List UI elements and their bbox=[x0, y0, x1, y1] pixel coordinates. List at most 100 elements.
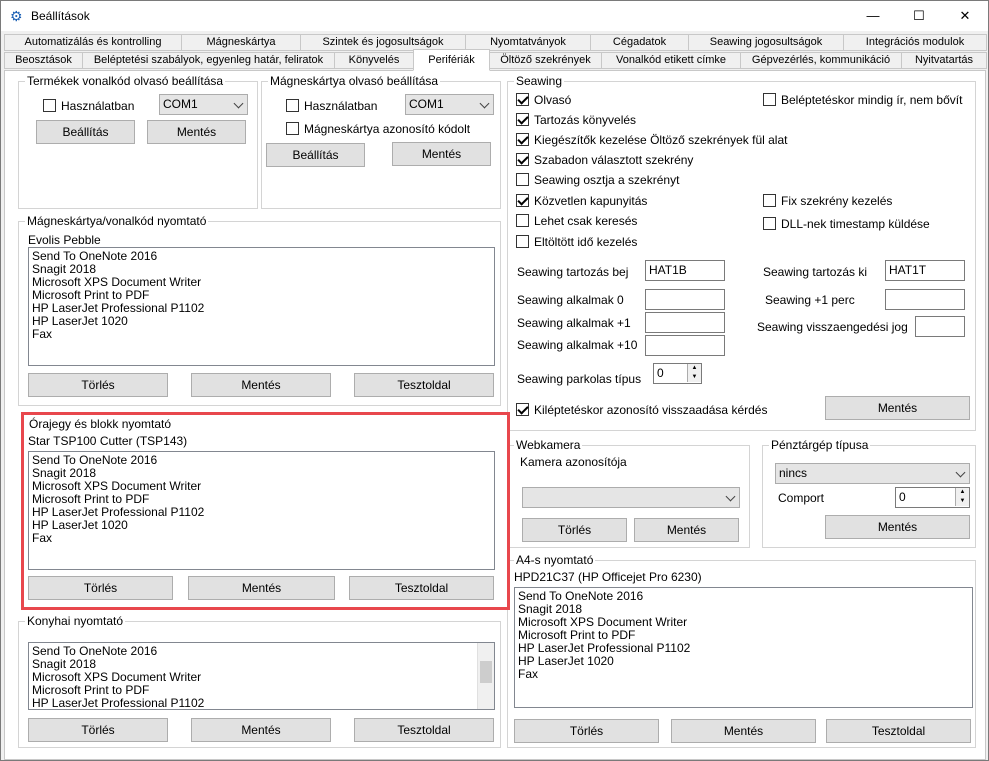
list-item[interactable]: HP LaserJet 1020 bbox=[518, 655, 969, 668]
a4-printer-save-button[interactable]: Mentés bbox=[671, 719, 816, 743]
tab-cegadatok[interactable]: Cégadatok bbox=[590, 34, 689, 51]
spin-down-icon[interactable]: ▼ bbox=[687, 373, 701, 382]
scroll-thumb[interactable] bbox=[480, 661, 492, 683]
cashreg-title: Pénztárgép típusa bbox=[769, 438, 871, 452]
seawing-plus1perc-input[interactable] bbox=[885, 289, 965, 310]
list-item[interactable]: Fax bbox=[32, 328, 491, 341]
magcard-save-button[interactable]: Mentés bbox=[392, 142, 491, 166]
seawing-osztja-checkbox[interactable] bbox=[516, 173, 529, 186]
barcode-port-select[interactable]: COM1 bbox=[159, 94, 248, 115]
list-item[interactable]: Send To OneNote 2016 bbox=[32, 250, 491, 263]
seawing-kozvetlen-checkbox[interactable] bbox=[516, 194, 529, 207]
receipt-printer-list[interactable]: Send To OneNote 2016 Snagit 2018 Microso… bbox=[28, 451, 495, 570]
seawing-olvaso-checkbox[interactable] bbox=[516, 93, 529, 106]
webcam-delete-button[interactable]: Törlés bbox=[522, 518, 627, 542]
seawing-kiegeszitok-checkbox[interactable] bbox=[516, 133, 529, 146]
tab-beleptetesi[interactable]: Beléptetési szabályok, egyenleg határ, f… bbox=[82, 52, 335, 69]
receipt-printer-test-button[interactable]: Tesztoldal bbox=[349, 576, 494, 600]
tab-magneskartya[interactable]: Mágneskártya bbox=[181, 34, 301, 51]
tab-perifériak[interactable]: Perifériák bbox=[413, 49, 490, 71]
kitchen-printer-list[interactable]: Send To OneNote 2016 Snagit 2018 Microso… bbox=[28, 642, 495, 710]
seawing-csak-checkbox[interactable] bbox=[516, 214, 529, 227]
tab-beosztasok[interactable]: Beosztások bbox=[4, 52, 83, 69]
cashreg-port-spinner[interactable]: 0 ▲ ▼ bbox=[895, 487, 970, 508]
list-item[interactable]: HP LaserJet Professional P1102 bbox=[32, 697, 491, 710]
a4-printer-list[interactable]: Send To OneNote 2016 Snagit 2018 Microso… bbox=[514, 587, 973, 708]
webcam-id-select[interactable] bbox=[522, 487, 740, 508]
chevron-down-icon bbox=[955, 467, 966, 478]
kitchen-printer-save-button[interactable]: Mentés bbox=[191, 718, 331, 742]
barcode-settings-button[interactable]: Beállítás bbox=[36, 120, 135, 144]
seawing-dll-checkbox[interactable] bbox=[763, 217, 776, 230]
receipt-printer-group: Órajegy és blokk nyomtató Star TSP100 Cu… bbox=[24, 417, 511, 607]
cashreg-save-button[interactable]: Mentés bbox=[825, 515, 970, 539]
spin-up-icon[interactable]: ▲ bbox=[955, 488, 969, 497]
magcard-printer-delete-button[interactable]: Törlés bbox=[28, 373, 168, 397]
magcard-printer-list[interactable]: Send To OneNote 2016 Snagit 2018 Microso… bbox=[28, 247, 495, 366]
list-item[interactable]: HP LaserJet 1020 bbox=[32, 315, 491, 328]
a4-printer-test-button[interactable]: Tesztoldal bbox=[826, 719, 971, 743]
seawing-tartozas-ki-label: Seawing tartozás ki bbox=[763, 265, 868, 279]
seawing-belepteto-checkbox[interactable] bbox=[763, 93, 776, 106]
seawing-alkalmak0-label: Seawing alkalmak 0 bbox=[517, 293, 624, 307]
kitchen-printer-group: Konyhai nyomtató Send To OneNote 2016 Sn… bbox=[18, 614, 501, 748]
seawing-alkalmak1-input[interactable] bbox=[645, 312, 725, 333]
webcam-save-button[interactable]: Mentés bbox=[634, 518, 739, 542]
receipt-printer-delete-button[interactable]: Törlés bbox=[28, 576, 173, 600]
minimize-button[interactable]: — bbox=[850, 1, 896, 31]
cashreg-port-label: Comport bbox=[778, 491, 825, 505]
window-title: Beállítások bbox=[31, 9, 90, 23]
barcode-use-checkbox[interactable] bbox=[43, 99, 56, 112]
seawing-tartozas-bej-input[interactable]: HAT1B bbox=[645, 260, 725, 281]
seawing-eltoltott-checkbox[interactable] bbox=[516, 235, 529, 248]
tab-vonalkod-etikett[interactable]: Vonalkód etikett címke bbox=[601, 52, 741, 69]
seawing-szabadon-checkbox[interactable] bbox=[516, 153, 529, 166]
list-item[interactable]: Fax bbox=[32, 532, 491, 545]
tab-nyitvatartas[interactable]: Nyitvatartás bbox=[901, 52, 987, 69]
tab-gepvezerles[interactable]: Gépvezérlés, kommunikáció bbox=[740, 52, 902, 69]
a4-printer-delete-button[interactable]: Törlés bbox=[514, 719, 659, 743]
spin-up-icon[interactable]: ▲ bbox=[687, 364, 701, 373]
seawing-tartozas-checkbox[interactable] bbox=[516, 113, 529, 126]
tab-integracios[interactable]: Integrációs modulok bbox=[843, 34, 987, 51]
list-item[interactable]: Send To OneNote 2016 bbox=[32, 454, 491, 467]
kitchen-printer-test-button[interactable]: Tesztoldal bbox=[354, 718, 494, 742]
barcode-save-button[interactable]: Mentés bbox=[147, 120, 246, 144]
magcard-printer-save-button[interactable]: Mentés bbox=[191, 373, 331, 397]
list-item[interactable]: Send To OneNote 2016 bbox=[518, 590, 969, 603]
tab-oltozo[interactable]: Öltöző szekrények bbox=[489, 52, 602, 69]
a4-printer-selected: HPD21C37 (HP Officejet Pro 6230) bbox=[514, 570, 702, 584]
kitchen-printer-delete-button[interactable]: Törlés bbox=[28, 718, 168, 742]
list-item[interactable]: Fax bbox=[518, 668, 969, 681]
receipt-printer-selected: Star TSP100 Cutter (TSP143) bbox=[28, 434, 188, 448]
close-button[interactable]: ✕ bbox=[942, 1, 988, 31]
seawing-kilepteto-checkbox[interactable] bbox=[516, 403, 529, 416]
tab-automatizalas[interactable]: Automatizálás és kontrolling bbox=[4, 34, 182, 51]
seawing-alkalmak0-input[interactable] bbox=[645, 289, 725, 310]
cashreg-type-select[interactable]: nincs bbox=[775, 463, 970, 484]
magcard-printer-test-button[interactable]: Tesztoldal bbox=[354, 373, 494, 397]
chevron-down-icon bbox=[233, 98, 244, 109]
receipt-printer-save-button[interactable]: Mentés bbox=[188, 576, 335, 600]
kitchen-list-scrollbar[interactable] bbox=[477, 643, 494, 709]
magcard-reader-title: Mágneskártya olvasó beállítása bbox=[268, 74, 441, 88]
seawing-save-button[interactable]: Mentés bbox=[825, 396, 970, 420]
magcard-id-checkbox[interactable] bbox=[286, 122, 299, 135]
magcard-settings-button[interactable]: Beállítás bbox=[266, 143, 365, 167]
spin-down-icon[interactable]: ▼ bbox=[955, 497, 969, 506]
seawing-alkalmak10-input[interactable] bbox=[645, 335, 725, 356]
tab-konyveles[interactable]: Könyvelés bbox=[334, 52, 414, 69]
seawing-tartozas-ki-input[interactable]: HAT1T bbox=[885, 260, 965, 281]
seawing-kilepteto-label: Kiléptetéskor azonosító visszaadása kérd… bbox=[534, 403, 768, 417]
magcard-port-select[interactable]: COM1 bbox=[405, 94, 494, 115]
list-item[interactable]: HP LaserJet 1020 bbox=[32, 519, 491, 532]
seawing-fix-checkbox[interactable] bbox=[763, 194, 776, 207]
list-item[interactable]: Send To OneNote 2016 bbox=[32, 645, 491, 658]
maximize-button[interactable]: ☐ bbox=[896, 1, 942, 31]
magcard-id-label: Mágneskártya azonosító kódolt bbox=[304, 122, 471, 136]
magcard-use-checkbox[interactable] bbox=[286, 99, 299, 112]
tab-seawing-jogosultsagok[interactable]: Seawing jogosultságok bbox=[688, 34, 844, 51]
seawing-tartozas-label: Tartozás könyvelés bbox=[534, 113, 637, 127]
seawing-parkolas-spinner[interactable]: 0 ▲ ▼ bbox=[653, 363, 702, 384]
seawing-visszaeng-input[interactable] bbox=[915, 316, 965, 337]
